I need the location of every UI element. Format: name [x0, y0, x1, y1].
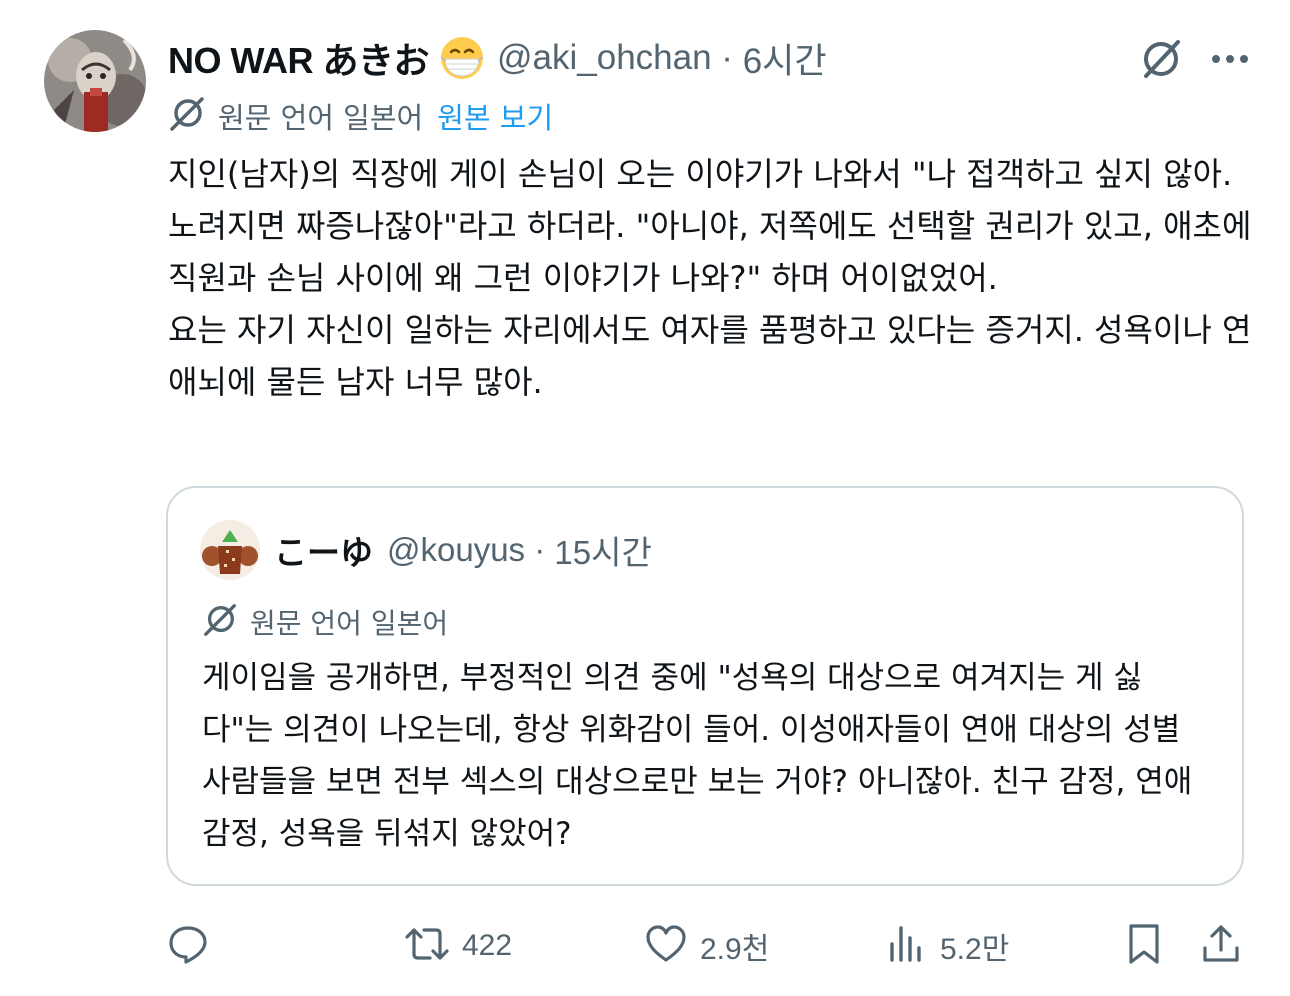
tweet-paragraph: 지인(남자)의 직장에 게이 손님이 오는 이야기가 나와서 "나 접객하고 싶…: [168, 155, 1252, 297]
tweet-header: NO WAR あきお @aki_ohchan · 6시간: [168, 30, 827, 86]
heart-icon: [644, 922, 688, 970]
show-original-link[interactable]: 원본 보기: [437, 95, 553, 137]
like-button[interactable]: 2.9천: [644, 918, 769, 974]
tweet-paragraph: 요는 자기 자신이 일하는 자리에서도 여자를 품평하고 있다는 증거지. 성욕…: [168, 311, 1252, 401]
translate-icon: [202, 602, 238, 642]
quoted-tweet-time: 15시간: [554, 534, 652, 571]
quoted-tweet-card[interactable]: こーゆ @kouyus · 15시간 원문 언어 일본어 게이임을 공개하면, …: [166, 486, 1244, 886]
tweet-action-bar: 422 2.9천 5.2만: [166, 918, 1246, 974]
views-button[interactable]: 5.2만: [884, 918, 1009, 974]
translate-icon: [168, 95, 206, 137]
share-icon: [1200, 922, 1242, 970]
author-avatar[interactable]: [44, 30, 146, 132]
quoted-tweet-text: 게이임을 공개하면, 부정적인 의견 중에 "성욕의 대상으로 여겨지는 게 싫…: [202, 660, 1193, 852]
author-display-name[interactable]: NO WAR あきお: [168, 32, 430, 84]
bookmark-icon: [1124, 922, 1164, 970]
translation-bar: 원문 언어 일본어 원본 보기: [168, 94, 553, 138]
separator-dot: ·: [525, 531, 555, 568]
quoted-author-handle: @kouyus: [387, 531, 526, 568]
share-button[interactable]: [1200, 918, 1242, 974]
bookmark-button[interactable]: [1124, 918, 1164, 974]
tweet-time[interactable]: 6시간: [743, 33, 827, 84]
quoted-tweet-header: こーゆ @kouyus · 15시간: [274, 524, 652, 576]
like-count: 2.9천: [700, 933, 770, 966]
top-right-actions: [1138, 36, 1250, 82]
reply-button[interactable]: [166, 918, 210, 974]
views-icon: [884, 922, 928, 970]
retweet-icon: [404, 922, 450, 970]
quoted-translation-bar: 원문 언어 일본어: [202, 600, 448, 644]
mask-face-emoji-icon: [439, 35, 485, 81]
quoted-author-name: こーゆ: [274, 533, 373, 572]
translation-source-label: 원문 언어 일본어: [218, 101, 424, 135]
views-count: 5.2만: [940, 933, 1010, 966]
tweet-text: 지인(남자)의 직장에 게이 손님이 오는 이야기가 나와서 "나 접객하고 싶…: [168, 148, 1258, 408]
quoted-author-avatar[interactable]: [200, 520, 260, 580]
retweet-button[interactable]: 422: [404, 918, 512, 974]
reply-icon: [166, 922, 210, 970]
more-options-icon[interactable]: [1210, 53, 1250, 65]
separator-dot: ·: [711, 38, 743, 77]
author-handle[interactable]: @aki_ohchan: [497, 38, 712, 78]
grok-icon[interactable]: [1138, 36, 1184, 82]
retweet-count: 422: [462, 929, 513, 962]
quoted-translation-label: 원문 언어 일본어: [250, 607, 449, 640]
